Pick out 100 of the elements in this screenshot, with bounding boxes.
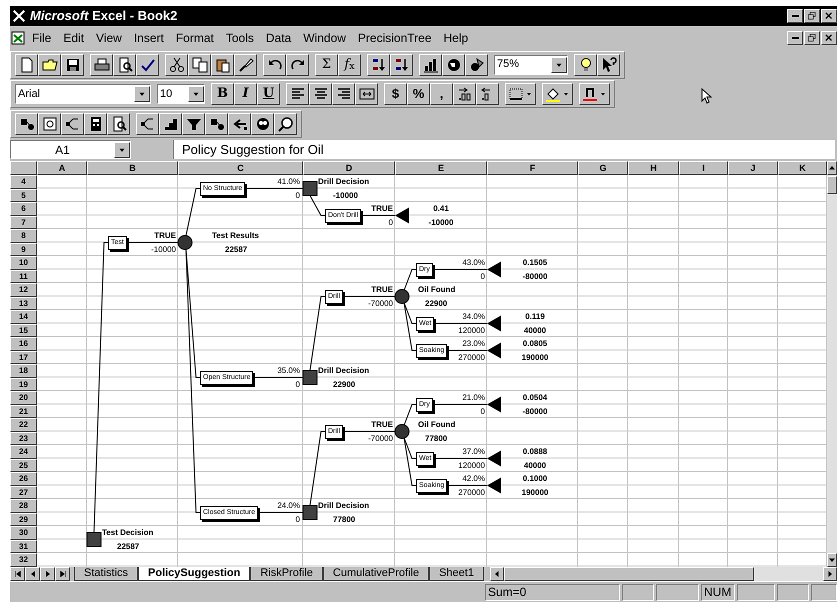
first-sheet-button[interactable] [10,567,25,581]
scroll-thumb[interactable] [827,176,837,194]
close-button[interactable] [821,9,837,23]
row-header[interactable]: 24 [10,445,37,458]
italic-button[interactable]: I [234,83,257,105]
paste-button[interactable] [211,54,234,76]
format-painter-button[interactable] [234,54,257,76]
fill-color-button[interactable] [542,83,573,105]
tool-button[interactable] [38,112,61,134]
comma-button[interactable]: , [430,83,453,105]
row-header[interactable]: 10 [10,256,37,270]
align-left-button[interactable] [286,83,309,105]
spelling-button[interactable] [136,54,159,76]
column-header[interactable]: C [178,161,303,175]
font-field[interactable]: Arial [15,84,151,104]
currency-button[interactable]: $ [384,83,407,105]
row-header[interactable]: 20 [10,391,37,404]
menu-item[interactable]: File [26,29,58,47]
tool-button[interactable] [228,112,251,134]
row-header[interactable]: 28 [10,499,37,512]
tool-button[interactable] [15,112,38,134]
menu-item[interactable]: Insert [128,29,170,47]
drawing-button[interactable] [465,54,488,76]
row-header[interactable]: 9 [10,242,37,256]
next-sheet-button[interactable] [40,567,55,581]
column-header[interactable]: D [303,161,395,175]
column-header[interactable]: K [778,161,827,175]
row-header[interactable]: 22 [10,418,37,432]
column-header[interactable]: J [728,161,778,175]
sheet-tab[interactable]: Sheet1 [429,567,484,581]
row-header[interactable]: 12 [10,283,37,296]
row-header[interactable]: 32 [10,553,37,566]
open-button[interactable] [38,54,61,76]
tool-button[interactable] [159,112,182,134]
row-header[interactable]: 25 [10,458,37,472]
row-header[interactable]: 29 [10,512,37,526]
borders-button[interactable] [505,83,536,105]
row-header[interactable]: 15 [10,324,37,337]
restore-button[interactable] [804,31,820,45]
chart-wizard-button[interactable] [419,54,442,76]
menu-item[interactable]: Tools [220,29,260,47]
merge-center-button[interactable] [355,83,378,105]
menu-item[interactable]: Edit [57,29,90,47]
sheet-tab[interactable]: RiskProfile [250,567,323,581]
tool-button[interactable] [84,112,107,134]
previous-sheet-button[interactable] [25,567,40,581]
row-header[interactable]: 19 [10,378,37,391]
autosum-button[interactable]: Σ [315,54,338,76]
formula-field[interactable]: Policy Suggestion for Oil [173,140,835,159]
center-button[interactable] [309,83,332,105]
row-header[interactable]: 11 [10,270,37,283]
tool-button[interactable] [274,112,297,134]
print-preview-button[interactable] [113,54,136,76]
close-button[interactable] [821,31,837,45]
menu-item[interactable]: View [90,29,128,47]
dropdown-button[interactable] [188,86,204,102]
scroll-up-button[interactable] [827,161,837,175]
horizontal-scrollbar[interactable] [490,567,837,581]
print-button[interactable] [90,54,113,76]
row-header[interactable]: 8 [10,229,37,242]
scroll-thumb[interactable] [504,567,754,581]
menu-item[interactable]: Help [438,29,474,47]
dropdown-button[interactable] [551,56,567,72]
minimize-button[interactable] [787,9,803,23]
row-header[interactable]: 7 [10,216,37,229]
tool-button[interactable] [205,112,228,134]
row-header[interactable]: 21 [10,404,37,418]
align-right-button[interactable] [332,83,355,105]
row-header[interactable]: 31 [10,540,37,553]
new-button[interactable] [15,54,38,76]
scroll-right-button[interactable] [823,567,837,581]
sheet-tab[interactable]: Statistics [74,567,138,581]
row-header[interactable]: 23 [10,432,37,445]
save-button[interactable] [61,54,84,76]
underline-button[interactable]: U [257,83,280,105]
sort-ascending-button[interactable] [367,54,390,76]
column-header[interactable]: I [679,161,728,175]
row-header[interactable]: 5 [10,188,37,202]
row-header[interactable]: 17 [10,350,37,364]
function-wizard-button[interactable]: f$_{x}$ [338,54,361,76]
menu-item[interactable]: Window [297,29,352,47]
dropdown-button[interactable] [134,86,150,102]
bold-button[interactable]: B [211,83,234,105]
sheet-tab[interactable]: PolicySuggestion [138,567,250,581]
tool-button[interactable] [251,112,274,134]
scroll-left-button[interactable] [490,567,504,581]
tool-button[interactable] [136,112,159,134]
tool-button[interactable] [182,112,205,134]
row-header[interactable]: 4 [10,175,37,188]
row-header[interactable]: 16 [10,337,37,350]
dropdown-button[interactable] [114,142,130,158]
tool-button[interactable] [107,112,130,134]
column-header[interactable]: E [395,161,487,175]
column-header[interactable]: F [487,161,578,175]
row-header[interactable]: 30 [10,526,37,540]
font-size-field[interactable]: 10 [157,84,205,104]
restore-button[interactable] [804,9,820,23]
zoom-field[interactable]: 75% [494,54,568,74]
cut-button[interactable] [165,54,188,76]
row-header[interactable]: 27 [10,486,37,499]
